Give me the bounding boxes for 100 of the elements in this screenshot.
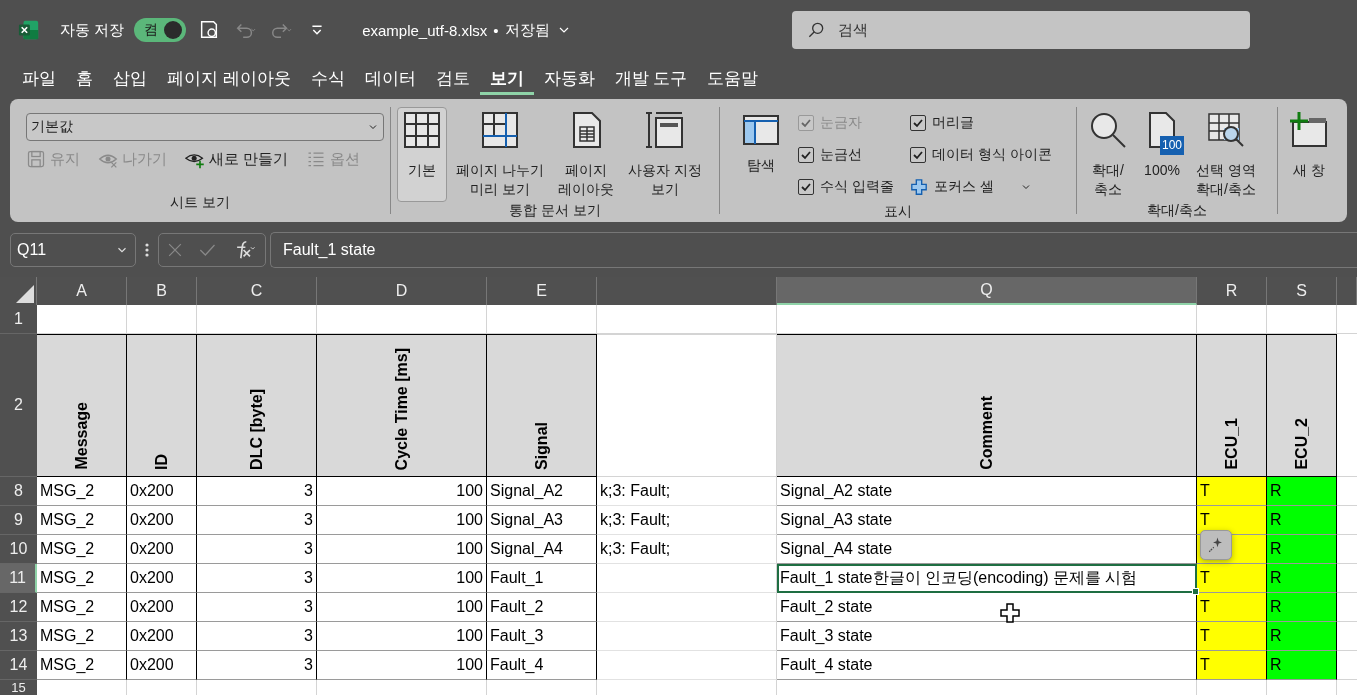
menu-tab[interactable]: 자동화	[533, 62, 605, 95]
checkbox-label: 수식 입력줄	[820, 178, 894, 196]
checkbox-label: 눈금자	[820, 114, 862, 132]
menu-tab[interactable]: 개발 도구	[604, 62, 698, 95]
table-cell: Fault_4 state	[777, 651, 1197, 680]
table-cell: MSG_2	[37, 622, 127, 651]
table-cell: 0x200	[127, 651, 197, 680]
grid-icon	[402, 110, 442, 150]
table-cell: MSG_2	[37, 651, 127, 680]
table-cell: 100	[317, 593, 487, 622]
table-cell: Signal_A2	[487, 477, 597, 506]
ribbon-button[interactable]: 확대/ 축소	[1083, 107, 1133, 202]
menu-tab[interactable]: 보기	[479, 62, 534, 95]
check-icon	[911, 149, 924, 161]
table-cell: 3	[197, 535, 317, 564]
table-cell: Fault_3	[487, 622, 597, 651]
table-cell: 100	[317, 506, 487, 535]
ribbon-button[interactable]: 페이지 레이아웃	[552, 107, 619, 202]
sheet-view-button[interactable]: 새로 만들기	[185, 149, 289, 169]
table-cell: 3	[197, 593, 317, 622]
table-cell: 100	[317, 651, 487, 680]
table-cell: 0x200	[127, 564, 197, 593]
save-icon	[26, 149, 46, 169]
table-cell: R	[1267, 622, 1337, 651]
column-title: Message	[72, 402, 91, 470]
table-cell	[1337, 622, 1357, 651]
search-field[interactable]: 검색	[791, 11, 1250, 49]
table-cell: Fault_2	[487, 593, 597, 622]
save-status[interactable]: 저장됨	[504, 20, 550, 40]
table-cell: MSG_2	[37, 535, 127, 564]
table-cell: Fault_4	[487, 651, 597, 680]
checkbox[interactable]	[909, 147, 926, 163]
ribbon-button[interactable]: 사용자 지정 보기	[622, 107, 707, 202]
name-box[interactable]: Q11	[10, 233, 136, 267]
menu-tab[interactable]: 파일	[12, 62, 66, 95]
check-icon	[800, 181, 812, 193]
checkbox-label: 데이터 형식 아이콘	[931, 146, 1052, 164]
ribbon-button[interactable]: 페이지 나누기 미리 보기	[451, 107, 549, 202]
table-cell: Signal_A4	[487, 535, 597, 564]
checkbox[interactable]	[798, 147, 814, 163]
table-cell: k;3: Fault;	[597, 535, 777, 564]
sparkle-icon	[1207, 535, 1225, 555]
table-cell: MSG_2	[37, 564, 127, 593]
focus-cell-button[interactable]: 포커스 셀	[933, 178, 994, 196]
table-cell: Fault_2 state	[777, 593, 1197, 622]
checkbox-label: 눈금선	[820, 146, 862, 164]
table-cell: Fault_1 state한글이 인코딩(encoding) 문제를 시험	[777, 564, 1197, 593]
ribbon-button[interactable]: 100 100%	[1137, 107, 1187, 202]
table-cell: 3	[197, 506, 317, 535]
table-cell: Signal_A4 state	[777, 535, 1197, 564]
menu-tab[interactable]: 페이지 레이아웃	[157, 62, 301, 95]
column-title: Signal	[532, 422, 551, 470]
file-name[interactable]: example_utf-8.xlsx	[362, 21, 488, 39]
zoom-badge: 100	[1159, 136, 1184, 155]
autosave-toggle[interactable]: 켬	[134, 18, 187, 42]
table-cell: k;3: Fault;	[597, 506, 777, 535]
row-header: 11	[0, 564, 37, 593]
table-cell: 0x200	[127, 535, 197, 564]
excel-logo-icon	[18, 19, 40, 41]
menu-tab[interactable]: 도움말	[697, 62, 769, 95]
menu-tab[interactable]: 삽입	[103, 62, 157, 95]
table-cell: MSG_2	[37, 477, 127, 506]
menu-tab[interactable]: 홈	[66, 62, 103, 95]
menu-tab[interactable]: 검토	[425, 62, 480, 95]
column-title: ID	[152, 454, 171, 470]
table-cell	[127, 680, 197, 695]
table-cell	[1337, 506, 1357, 535]
table-cell: MSG_2	[37, 506, 127, 535]
table-cell: 100	[317, 535, 487, 564]
menu-tab[interactable]: 데이터	[354, 62, 426, 95]
group-title: 시트 보기	[169, 194, 231, 212]
column-header[interactable]: Q	[777, 277, 1197, 305]
menu-tab[interactable]: 수식	[300, 62, 355, 95]
view-dropdown[interactable]: 기본값	[26, 113, 384, 141]
table-cell	[1197, 680, 1267, 695]
column-title: DLC [byte]	[247, 389, 266, 470]
group-title: 확대/축소	[1146, 202, 1208, 220]
checkbox[interactable]	[909, 115, 926, 131]
table-cell	[1337, 535, 1357, 564]
table-cell: 3	[197, 564, 317, 593]
ribbon-button[interactable]: 기본	[397, 107, 447, 202]
checkbox-label: 머리글	[931, 114, 974, 132]
ribbon-button[interactable]: 새 창	[1284, 107, 1334, 194]
autosave-label: 자동 저장	[60, 20, 125, 40]
table-cell: T	[1197, 564, 1267, 593]
column-title: Cycle Time [ms]	[392, 347, 411, 470]
table-cell: R	[1267, 477, 1337, 506]
table-cell	[1337, 305, 1357, 334]
formula-field[interactable]: Fault_1 state	[270, 232, 1357, 268]
check-icon	[911, 117, 924, 129]
table-cell	[1337, 477, 1357, 506]
ribbon-button[interactable]: 선택 영역 확대/축소	[1191, 107, 1261, 202]
table-cell: Fault_3 state	[777, 622, 1197, 651]
focus-cell-icon	[909, 178, 928, 196]
quick-analysis-button[interactable]	[1200, 530, 1232, 560]
ribbon-button[interactable]: 탐색	[736, 107, 786, 203]
table-cell: R	[1267, 593, 1337, 622]
checkbox[interactable]	[798, 179, 814, 195]
table-cell: T	[1197, 651, 1267, 680]
table-cell: T	[1197, 622, 1267, 651]
